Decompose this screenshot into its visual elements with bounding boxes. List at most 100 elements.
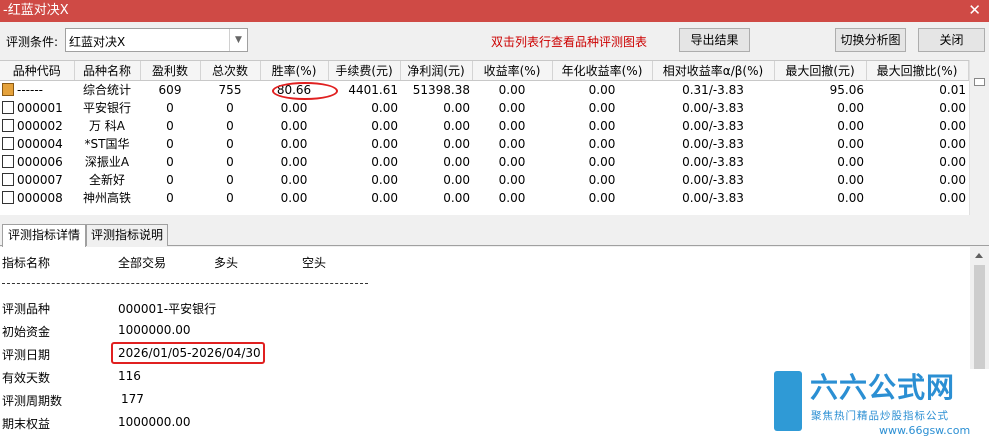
table-scrollbar[interactable] <box>969 60 989 215</box>
cell-text: 0.00 <box>498 82 526 97</box>
table-cell: 0.00/-3.83 <box>652 153 774 171</box>
table-row[interactable]: 000002 万 科A 0 0 0.00 0.00 0.00 0.00 0.00 0.00/-3.… <box>0 117 968 135</box>
table-cell: 0 <box>140 153 200 171</box>
cell-text: 000001 <box>17 100 63 115</box>
col-header[interactable]: 收益率(%) <box>472 61 553 81</box>
document-icon <box>2 100 14 114</box>
col-header[interactable]: 年化收益率(%) <box>552 61 653 81</box>
cell-text: 0.00 <box>837 154 864 169</box>
col-header[interactable]: 最大回撤比(%) <box>866 61 969 81</box>
cell-text: 0 <box>226 154 234 169</box>
cell-text: 0.00 <box>588 154 616 169</box>
toolbar: 评测条件: 红蓝对决X ▼ 双击列表行查看品种评测图表 导出结果 切换分析图 关… <box>0 22 989 58</box>
table-cell: *ST国华 <box>74 135 140 153</box>
cell-text: 000002 <box>17 118 63 133</box>
cell-text: 0.00 <box>371 172 398 187</box>
table-cell: 0 <box>200 189 260 207</box>
table-row[interactable]: 000004 *ST国华 0 0 0.00 0.00 0.00 0.00 0.00 0.00/-3… <box>0 135 968 153</box>
cell-text: 0 <box>166 100 174 115</box>
col-header[interactable]: 总次数 <box>200 61 261 81</box>
cell-text: 0.00 <box>837 118 864 133</box>
table-cell: 0.00 <box>328 171 400 189</box>
table-cell: 0.00/-3.83 <box>652 171 774 189</box>
condition-select[interactable]: 红蓝对决X ▼ <box>65 28 248 52</box>
col-header[interactable]: 最大回撤(元) <box>774 61 867 81</box>
detail-label: 评测品种 <box>2 302 51 316</box>
table-cell: 0.00/-3.83 <box>652 135 774 153</box>
scroll-thumb[interactable] <box>974 78 985 86</box>
col-header[interactable]: 手续费(元) <box>328 61 401 81</box>
table-cell: 0.00 <box>260 135 328 153</box>
table-cell: 0.00 <box>552 117 652 135</box>
detail-label: 初始资金 <box>2 325 51 339</box>
export-button[interactable]: 导出结果 <box>679 28 750 52</box>
cell-text: 0.00 <box>588 118 616 133</box>
table-cell: 0.00 <box>472 171 552 189</box>
table-row[interactable]: 000007 全新好 0 0 0.00 0.00 0.00 0.00 0.00 0.00/-3.8… <box>0 171 968 189</box>
cell-text: 0.00 <box>837 136 864 151</box>
col-header[interactable]: 相对收益率α/β(%) <box>652 61 775 81</box>
cell-text: 0.00 <box>588 136 616 151</box>
cell-text: 综合统计 <box>82 82 131 97</box>
cell-text: *ST国华 <box>84 136 130 151</box>
table-cell: 0.00 <box>260 189 328 207</box>
cell-text: 0 <box>226 136 234 151</box>
table-cell: 0 <box>200 171 260 189</box>
cell-text: 0.00/-3.83 <box>682 154 744 169</box>
tab-details[interactable]: 评测指标详情 <box>2 224 86 247</box>
scroll-up-icon[interactable] <box>975 253 983 258</box>
col-header[interactable]: 胜率(%) <box>260 61 329 81</box>
table-cell: 0.00 <box>400 171 472 189</box>
cell-text: 0.01 <box>939 82 966 97</box>
cell-text: 0.00 <box>443 100 470 115</box>
chevron-down-icon[interactable]: ▼ <box>229 29 247 51</box>
cell-text: 0.00 <box>498 172 526 187</box>
watermark-title: 六六公式网 <box>810 371 956 404</box>
col-header[interactable]: 盈利数 <box>140 61 201 81</box>
cell-text: 0.00 <box>939 118 966 133</box>
cell-text: 000006 <box>17 154 63 169</box>
table-cell: 0 <box>140 99 200 117</box>
detail-value: 000001-平安银行 <box>118 302 217 316</box>
detail-value: 116 <box>118 369 141 383</box>
col-header[interactable]: 品种代码 <box>0 61 75 81</box>
cell-text: 平安银行 <box>82 100 131 115</box>
logo-icon <box>774 371 802 431</box>
close-icon[interactable]: ✕ <box>968 0 981 20</box>
table-row[interactable]: ------ 综合统计 609 755 80.66 4401.61 51398.38 0.00… <box>0 80 968 99</box>
detail-header-all: 全部交易 <box>118 256 167 270</box>
cell-text: 95.06 <box>829 82 864 97</box>
cell-text: 0.00 <box>939 100 966 115</box>
table-row[interactable]: 000008 神州高铁 0 0 0.00 0.00 0.00 0.00 0.00 0.00/-3.… <box>0 189 968 207</box>
table-cell: 0.00 <box>866 117 968 135</box>
watermark-subtitle: 聚焦热门精品炒股指标公式 <box>811 410 949 422</box>
cell-text: 0.00 <box>588 82 616 97</box>
close-button[interactable]: 关闭 <box>918 28 985 52</box>
switch-chart-button[interactable]: 切换分析图 <box>835 28 906 52</box>
tab-description[interactable]: 评测指标说明 <box>86 224 168 246</box>
table-row[interactable]: 000001 平安银行 0 0 0.00 0.00 0.00 0.00 0.00 0.00/-3.… <box>0 99 968 117</box>
detail-value: 177 <box>121 392 144 406</box>
cell-text: 0 <box>226 172 234 187</box>
col-header[interactable]: 品种名称 <box>74 61 141 81</box>
cell-text: 0.00 <box>498 100 526 115</box>
table-row[interactable]: 000006 深振业A 0 0 0.00 0.00 0.00 0.00 0.00 0.00/-3.… <box>0 153 968 171</box>
table-cell: 0.00/-3.83 <box>652 189 774 207</box>
table-cell: 0.00 <box>260 99 328 117</box>
cell-text: 0.00 <box>498 136 526 151</box>
table-cell: 0.01 <box>866 80 968 99</box>
results-table: 品种代码 品种名称 盈利数 总次数 胜率(%) 手续费(元) 净利润(元) 收益… <box>0 60 989 215</box>
table-cell: 0 <box>200 117 260 135</box>
table-cell: 0.00 <box>552 135 652 153</box>
cell-text: 0.00 <box>588 190 616 205</box>
cell-text: 0.00 <box>443 118 470 133</box>
cell-text: 0 <box>166 190 174 205</box>
table-cell: 0.00 <box>866 189 968 207</box>
col-header[interactable]: 净利润(元) <box>400 61 473 81</box>
table-cell: 0.00 <box>400 117 472 135</box>
document-icon <box>2 118 14 132</box>
table-cell: 0 <box>200 135 260 153</box>
cell-text: ------ <box>17 82 43 97</box>
cell-text: 0.00/-3.83 <box>682 118 744 133</box>
table-cell: 0.00/-3.83 <box>652 99 774 117</box>
